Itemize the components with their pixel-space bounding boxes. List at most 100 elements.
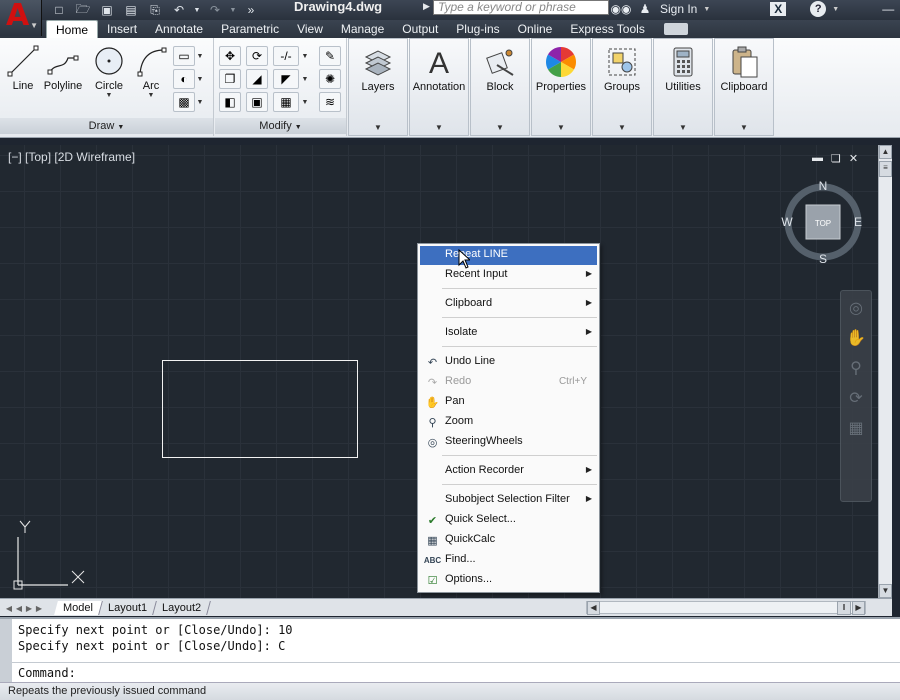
clipboard-panel-button[interactable]: Clipboard ▼ <box>714 38 774 136</box>
trim-dropdown-icon[interactable]: ▼ <box>301 46 309 66</box>
circle-tool-button[interactable]: Circle ▼ <box>86 44 132 99</box>
modify-panel-title[interactable]: Modify ▼ <box>215 118 346 134</box>
region-dropdown-icon[interactable]: ▼ <box>196 92 204 112</box>
fillet-dropdown-icon[interactable]: ▼ <box>301 69 309 89</box>
showmotion-icon[interactable]: ▦ <box>844 417 868 441</box>
tab-output[interactable]: Output <box>393 20 447 38</box>
tab-online[interactable]: Online <box>509 20 562 38</box>
exchange-x-icon[interactable]: X <box>770 2 787 16</box>
pan-hand-icon[interactable]: ✋ <box>844 327 868 351</box>
menu-item-find[interactable]: ABC Find... <box>420 551 597 570</box>
draw-panel-title[interactable]: Draw ▼ <box>0 118 213 134</box>
rotate-icon[interactable]: ⟳ <box>246 46 268 66</box>
layers-panel-button[interactable]: Layers ▼ <box>348 38 408 136</box>
array-icon[interactable]: ▦ <box>273 92 299 112</box>
last-layout-icon[interactable]: ▶ <box>34 604 44 613</box>
user-icon[interactable]: ♟ <box>636 1 654 17</box>
new-file-icon[interactable]: □ <box>48 1 70 19</box>
copy-icon[interactable]: ❐ <box>219 69 241 89</box>
undo-dropdown-icon[interactable]: ▼ <box>192 1 202 19</box>
scroll-right-icon[interactable]: ▶ <box>852 601 865 615</box>
trim-icon[interactable]: -/- <box>273 46 299 66</box>
arc-dropdown-icon[interactable]: ▼ <box>128 92 174 99</box>
menu-item-subobject-selection-filter[interactable]: Subobject Selection Filter ▶ <box>420 491 597 510</box>
more-commands-icon[interactable]: » <box>240 1 262 19</box>
menu-item-zoom[interactable]: ⚲ Zoom <box>420 413 597 432</box>
move-icon[interactable]: ✥ <box>219 46 241 66</box>
horizontal-scroll-thumb[interactable]: ‖ <box>837 601 851 615</box>
minimize-icon[interactable]: — <box>879 1 897 17</box>
tab-layout2[interactable]: Layout2 <box>153 601 212 615</box>
help-icon[interactable]: ? <box>810 1 827 17</box>
save-icon[interactable]: ▣ <box>96 1 118 19</box>
stretch-icon[interactable]: ◧ <box>219 92 241 112</box>
application-menu-button[interactable]: A ▼ <box>0 0 42 36</box>
sign-in-dropdown-icon[interactable]: ▼ <box>703 6 710 13</box>
hatch-dropdown-icon[interactable]: ▼ <box>196 69 204 89</box>
menu-item-options[interactable]: ☑ Options... <box>420 571 597 590</box>
tab-parametric[interactable]: Parametric <box>212 20 288 38</box>
scale-icon[interactable]: ▣ <box>246 92 268 112</box>
properties-panel-button[interactable]: Properties ▼ <box>531 38 591 136</box>
block-panel-button[interactable]: Block ▼ <box>470 38 530 136</box>
fillet-icon[interactable]: ◤ <box>273 69 299 89</box>
tab-express-tools[interactable]: Express Tools <box>561 20 653 38</box>
menu-item-steeringwheels[interactable]: ◎ SteeringWheels <box>420 433 597 452</box>
viewport-minimize-icon[interactable]: ▬ <box>812 152 823 165</box>
drawn-rectangle[interactable] <box>162 360 358 458</box>
array-dropdown-icon[interactable]: ▼ <box>301 92 309 112</box>
tab-insert[interactable]: Insert <box>98 20 146 38</box>
annotation-panel-button[interactable]: A Annotation ▼ <box>409 38 469 136</box>
menu-item-isolate[interactable]: Isolate ▶ <box>420 324 597 343</box>
menu-item-action-recorder[interactable]: Action Recorder ▶ <box>420 462 597 481</box>
command-input[interactable]: Command: <box>12 662 900 682</box>
tab-manage[interactable]: Manage <box>332 20 393 38</box>
groups-panel-button[interactable]: Groups ▼ <box>592 38 652 136</box>
scroll-left-icon[interactable]: ◀ <box>587 601 600 615</box>
menu-item-pan[interactable]: ✋ Pan <box>420 393 597 412</box>
offset-icon[interactable]: ≋ <box>319 92 341 112</box>
menu-item-quickcalc[interactable]: ▦ QuickCalc <box>420 531 597 550</box>
viewcube[interactable]: TOP N S E W <box>778 177 868 267</box>
tab-model[interactable]: Model <box>54 601 103 615</box>
menu-item-quick-select[interactable]: ✔ Quick Select... <box>420 511 597 530</box>
print-icon[interactable]: ⎘ <box>144 1 166 19</box>
scroll-up-icon[interactable]: ▲ <box>879 145 892 159</box>
circle-dropdown-icon[interactable]: ▼ <box>86 92 132 99</box>
save-as-icon[interactable]: ▤ <box>120 1 142 19</box>
vertical-scroll-thumb[interactable]: ≡ <box>879 161 892 177</box>
redo-dropdown-icon[interactable]: ▼ <box>228 1 238 19</box>
viewport-restore-icon[interactable]: ❏ <box>831 152 841 165</box>
undo-icon[interactable]: ↶ <box>168 1 190 19</box>
viewport-controls-label[interactable]: [−] [Top] [2D Wireframe] <box>8 150 135 164</box>
menu-item-recent-input[interactable]: Recent Input ▶ <box>420 266 597 285</box>
help-dropdown-icon[interactable]: ▼ <box>832 6 839 13</box>
tab-layout1[interactable]: Layout1 <box>99 601 158 615</box>
region-icon[interactable]: ▩ <box>173 92 195 112</box>
rectangle-dropdown-icon[interactable]: ▼ <box>196 46 204 66</box>
tab-plug-ins[interactable]: Plug-ins <box>447 20 508 38</box>
tab-annotate[interactable]: Annotate <box>146 20 212 38</box>
rectangle-icon[interactable]: ▭ <box>173 46 195 66</box>
binoculars-icon[interactable]: ◉◉ <box>611 1 632 17</box>
menu-item-repeat-line[interactable]: Repeat LINE <box>420 246 597 265</box>
command-window-grip[interactable] <box>0 619 12 682</box>
horizontal-scrollbar[interactable]: ◀ ‖ ▶ <box>586 601 866 615</box>
vertical-scrollbar[interactable]: ▲ ≡ ▼ <box>878 145 892 598</box>
sign-in-link[interactable]: Sign In <box>660 2 697 16</box>
mirror-icon[interactable]: ◢ <box>246 69 268 89</box>
redo-icon[interactable]: ↷ <box>204 1 226 19</box>
menu-item-redo[interactable]: ↷ Redo Ctrl+Y <box>420 373 597 392</box>
menu-item-undo-line[interactable]: ↶ Undo Line <box>420 353 597 372</box>
search-input[interactable]: Type a keyword or phrase <box>433 0 609 15</box>
open-folder-icon[interactable]: 🗁 <box>72 1 94 19</box>
viewport-close-icon[interactable]: ✕ <box>849 152 858 165</box>
first-layout-icon[interactable]: ◀ <box>4 604 14 613</box>
tab-home[interactable]: Home <box>46 20 99 38</box>
next-layout-icon[interactable]: ▶ <box>24 604 34 613</box>
ribbon-minimize-toggle[interactable] <box>663 23 688 35</box>
menu-item-clipboard[interactable]: Clipboard ▶ <box>420 295 597 314</box>
prev-layout-icon[interactable]: ◀ <box>14 604 24 613</box>
zoom-icon[interactable]: ⚲ <box>844 357 868 381</box>
steering-wheel-icon[interactable]: ◎ <box>844 297 868 321</box>
